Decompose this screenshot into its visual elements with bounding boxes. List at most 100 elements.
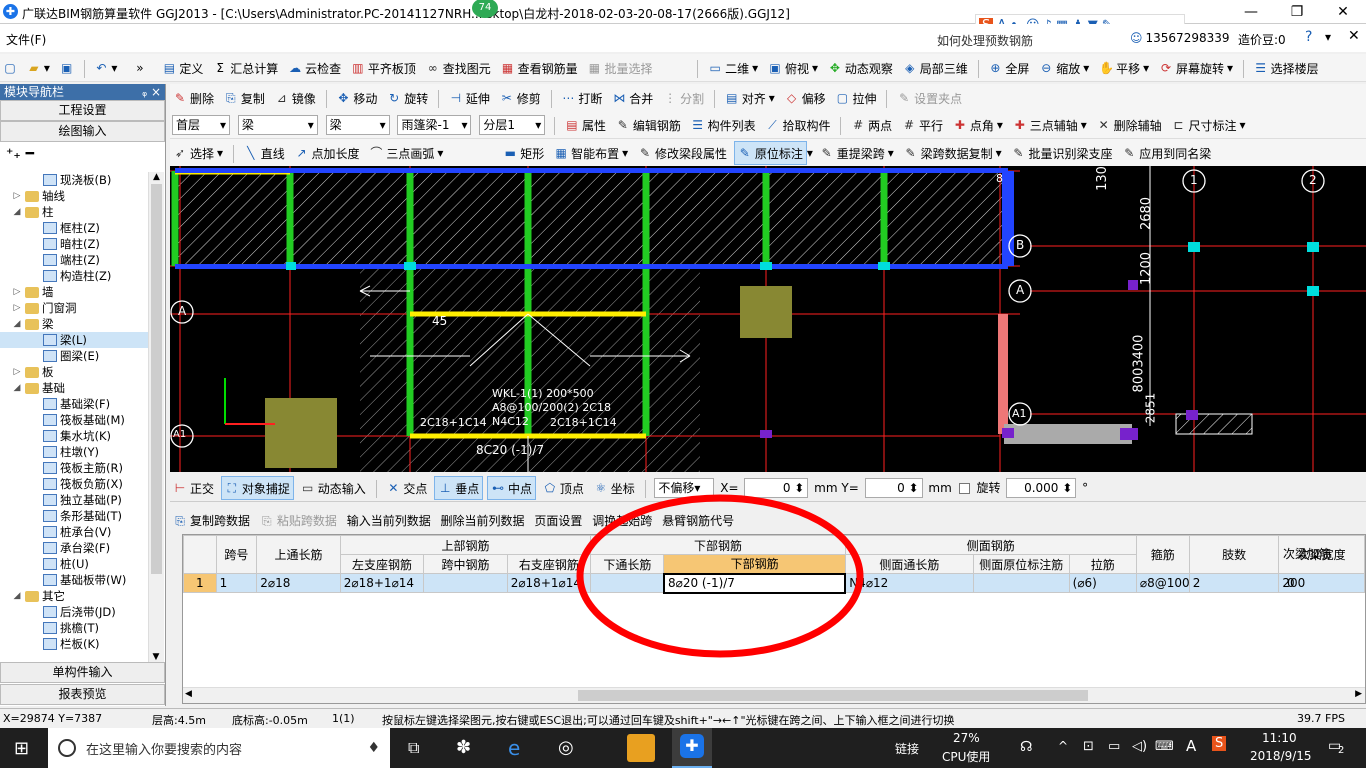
find-element-button[interactable]: ∞ 查找图元 [423, 56, 494, 80]
app-swirl-icon[interactable]: ◎ [558, 737, 574, 758]
intersection-snap-button[interactable]: ✕ 交点 [383, 476, 430, 500]
tree-expand-icon[interactable]: ▷ [12, 284, 22, 300]
draw-input-button[interactable]: 绘图输入 [0, 121, 165, 142]
account-area[interactable]: ☺ 13567298339 [1130, 31, 1230, 45]
parallel-button[interactable]: # 平行 [899, 113, 946, 137]
tree-item[interactable]: 筏板主筋(R) [0, 460, 150, 476]
mirror-button[interactable]: ⊿ 镜像 [272, 86, 319, 110]
cell-legs[interactable]: 2 [1188, 573, 1280, 593]
top-view-dropdown[interactable]: ▣ 俯视 ▾ [765, 56, 821, 80]
maximize-button[interactable]: ❐ [1274, 0, 1320, 24]
col-sec-add-header[interactable]: 次梁加筋 [1283, 545, 1331, 562]
tree-expand-icon[interactable]: ◢ [12, 588, 22, 604]
tree-item[interactable]: ◢ 其它 [0, 588, 150, 604]
expand-collapse-icons[interactable]: ⁺₊ ━ [0, 142, 165, 166]
clock-date[interactable]: 2018/9/15 [1250, 749, 1312, 763]
col-top-through-header[interactable]: 上通长筋 [256, 535, 341, 574]
volume-icon[interactable]: ◁) [1132, 739, 1147, 754]
tree-item[interactable]: ▷ 墙 [0, 284, 150, 300]
smart-layout-dropdown[interactable]: ▦ 智能布置 ▾ [551, 141, 631, 165]
drawing-canvas[interactable]: 8 1 2 A A1 B A A1 2680 1200 8003400 2851… [170, 166, 1366, 472]
project-settings-button[interactable]: 工程设置 [0, 100, 165, 121]
col-tie-header[interactable]: 拉筋 [1068, 554, 1137, 574]
undo-icon[interactable]: ↶ ▾ [91, 56, 120, 80]
tray-expand-icon[interactable]: ^ [1058, 739, 1068, 753]
local-3d-button[interactable]: ◈ 局部三维 [900, 56, 971, 80]
fan-app-icon[interactable]: ✽ [456, 737, 471, 758]
tree-item[interactable]: 筏板负筋(X) [0, 476, 150, 492]
tree-item[interactable]: 后浇带(JD) [0, 604, 150, 620]
pick-component-button[interactable]: ⟋ 拾取构件 [763, 113, 834, 137]
tray-link-label[interactable]: 链接 [895, 740, 919, 757]
fullscreen-button[interactable]: ⊕ 全屏 [985, 56, 1032, 80]
cell-mid-span[interactable] [423, 573, 508, 593]
stretch-button[interactable]: ▢ 拉伸 [832, 86, 879, 110]
tree-expand-icon[interactable]: ▷ [12, 300, 22, 316]
apply-same-name-button[interactable]: ✎ 应用到同名梁 [1119, 141, 1214, 165]
object-snap-button[interactable]: ⛶ 对象捕捉 [220, 476, 294, 500]
select-floor-button[interactable]: ☰ 选择楼层 [1251, 56, 1322, 80]
tree-item[interactable]: ▷ 轴线 [0, 188, 150, 204]
offset-button[interactable]: ◇ 偏移 [782, 86, 829, 110]
tree-item[interactable]: 集水坑(K) [0, 428, 150, 444]
ggj-app-taskbutton[interactable]: ✚ [672, 728, 712, 768]
delete-axis-button[interactable]: ✕ 删除辅轴 [1094, 113, 1165, 137]
tree-item[interactable]: 独立基础(P) [0, 492, 150, 508]
batch-select-button[interactable]: ▦ 批量选择 [584, 56, 655, 80]
tree-item[interactable]: 圈梁(E) [0, 348, 150, 364]
minimize-button[interactable]: — [1228, 0, 1274, 24]
trim-button[interactable]: ✂ 修剪 [497, 86, 544, 110]
scroll-down-icon[interactable]: ▼ [149, 652, 163, 662]
edit-rebar-button[interactable]: ✎ 编辑钢筋 [613, 113, 684, 137]
tree-item[interactable]: 现浇板(B) [0, 172, 150, 188]
taskbar-search[interactable]: 在这里输入你要搜索的内容 ♦ [48, 728, 390, 768]
tree-item[interactable]: 柱墩(Y) [0, 444, 150, 460]
tree-expand-icon[interactable]: ◢ [12, 204, 22, 220]
cell-tie[interactable]: (⌀6) [1068, 573, 1137, 593]
clock-time[interactable]: 11:10 [1262, 731, 1297, 745]
scroll-right-icon[interactable]: ▶ [1355, 689, 1362, 699]
scroll-up-icon[interactable]: ▲ [149, 172, 164, 182]
new-file-icon[interactable]: ▢ [0, 56, 20, 80]
view-rebar-button[interactable]: ▦ 查看钢筋量 [498, 56, 581, 80]
tree-item[interactable]: 挑檐(T) [0, 620, 150, 636]
tree-expand-icon[interactable]: ◢ [12, 380, 22, 396]
layer-select[interactable]: 分层1 ▾ [479, 115, 546, 135]
cell-side-orig[interactable] [972, 573, 1070, 593]
modify-segment-button[interactable]: ✎ 修改梁段属性 [635, 141, 730, 165]
re-extract-span-button[interactable]: ✎ 重提梁跨 ▾ [817, 141, 897, 165]
rotate-input[interactable]: 0.000 ⬍ [1006, 478, 1077, 498]
tree-item[interactable]: 基础梁(F) [0, 396, 150, 412]
task-view-icon[interactable]: ⧉ [408, 738, 419, 758]
col-mid-span-header[interactable]: 跨中钢筋 [423, 554, 508, 574]
cloud-check-button[interactable]: ☁ 云检查 [285, 56, 344, 80]
in-place-label-button[interactable]: ✎ 原位标注 [733, 141, 807, 165]
category-select[interactable]: 梁 ▾ [237, 115, 318, 135]
help-search-text[interactable]: 如何处理预数钢筋 [937, 32, 1033, 49]
cell-stirrup[interactable]: ⌀8@100/20 [1135, 573, 1190, 593]
col-side-orig-header[interactable]: 侧面原位标注筋 [972, 554, 1070, 574]
report-preview-button[interactable]: 报表预览 [0, 684, 165, 705]
col-left-support-header[interactable]: 左支座钢筋 [339, 554, 425, 574]
floor-select[interactable]: 首层 ▾ [172, 115, 230, 135]
component-name-select[interactable]: 雨篷梁-1 ▾ [397, 115, 472, 135]
copy-span-data-button[interactable]: ⎘ 复制跨数据 [170, 509, 253, 533]
tree-item[interactable]: 栏板(K) [0, 636, 150, 652]
copy-button[interactable]: ⎘ 复制 [221, 86, 268, 110]
single-component-button[interactable]: 单构件输入 [0, 662, 165, 683]
nav-pin-icon[interactable]: ᵩ × [142, 84, 161, 100]
dimension-dropdown[interactable]: ⊏ 尺寸标注 ▾ [1168, 113, 1248, 137]
tree-item[interactable]: 端柱(Z) [0, 252, 150, 268]
screen-rotate-dropdown[interactable]: ⟳ 屏幕旋转 ▾ [1156, 56, 1236, 80]
tray-monitor-icon[interactable]: ▭ [1108, 739, 1120, 754]
line-button[interactable]: ╲ 直线 [241, 141, 288, 165]
paste-span-data-button[interactable]: ⎘ 粘贴跨数据 [257, 509, 340, 533]
delete-button[interactable]: ✎ 删除 [170, 86, 217, 110]
input-current-column-button[interactable]: 输入当前列数据 [344, 508, 434, 532]
delete-current-column-button[interactable]: 删除当前列数据 [438, 508, 528, 532]
point-length-button[interactable]: ↗ 点加长度 [292, 141, 363, 165]
save-icon[interactable]: ▣ [57, 56, 77, 80]
align-dropdown[interactable]: ▤ 对齐 ▾ [722, 86, 778, 110]
menu-file[interactable]: 文件(F) [6, 31, 46, 48]
set-grip-button[interactable]: ✎ 设置夹点 [894, 86, 965, 110]
